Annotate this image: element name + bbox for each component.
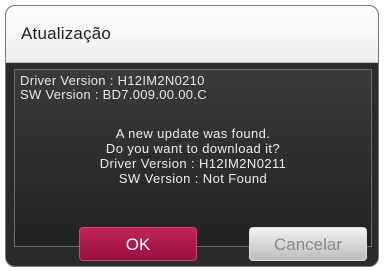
message-line-new-update: A new update was found. xyxy=(115,126,271,141)
current-version-info: Driver Version : H12IM2N0210 SW Version … xyxy=(20,74,207,102)
current-sw-version: SW Version : BD7.009.00.00.C xyxy=(20,87,207,102)
current-driver-version: Driver Version : H12IM2N0210 xyxy=(20,73,205,88)
ok-button[interactable]: OK xyxy=(79,227,197,261)
message-line-new-driver-version: Driver Version : H12IM2N0211 xyxy=(99,156,287,171)
dialog-content: Driver Version : H12IM2N0210 SW Version … xyxy=(14,69,372,261)
message-line-download-question: Do you want to download it? xyxy=(105,141,281,156)
cancel-button[interactable]: Cancelar xyxy=(249,227,367,261)
message-line-new-sw-version: SW Version : Not Found xyxy=(118,171,268,186)
update-dialog: Atualização Driver Version : H12IM2N0210… xyxy=(5,5,379,267)
update-message: A new update was found. Do you want to d… xyxy=(15,126,371,186)
dialog-title: Atualização xyxy=(21,24,112,43)
dialog-titlebar: Atualização xyxy=(6,6,378,63)
